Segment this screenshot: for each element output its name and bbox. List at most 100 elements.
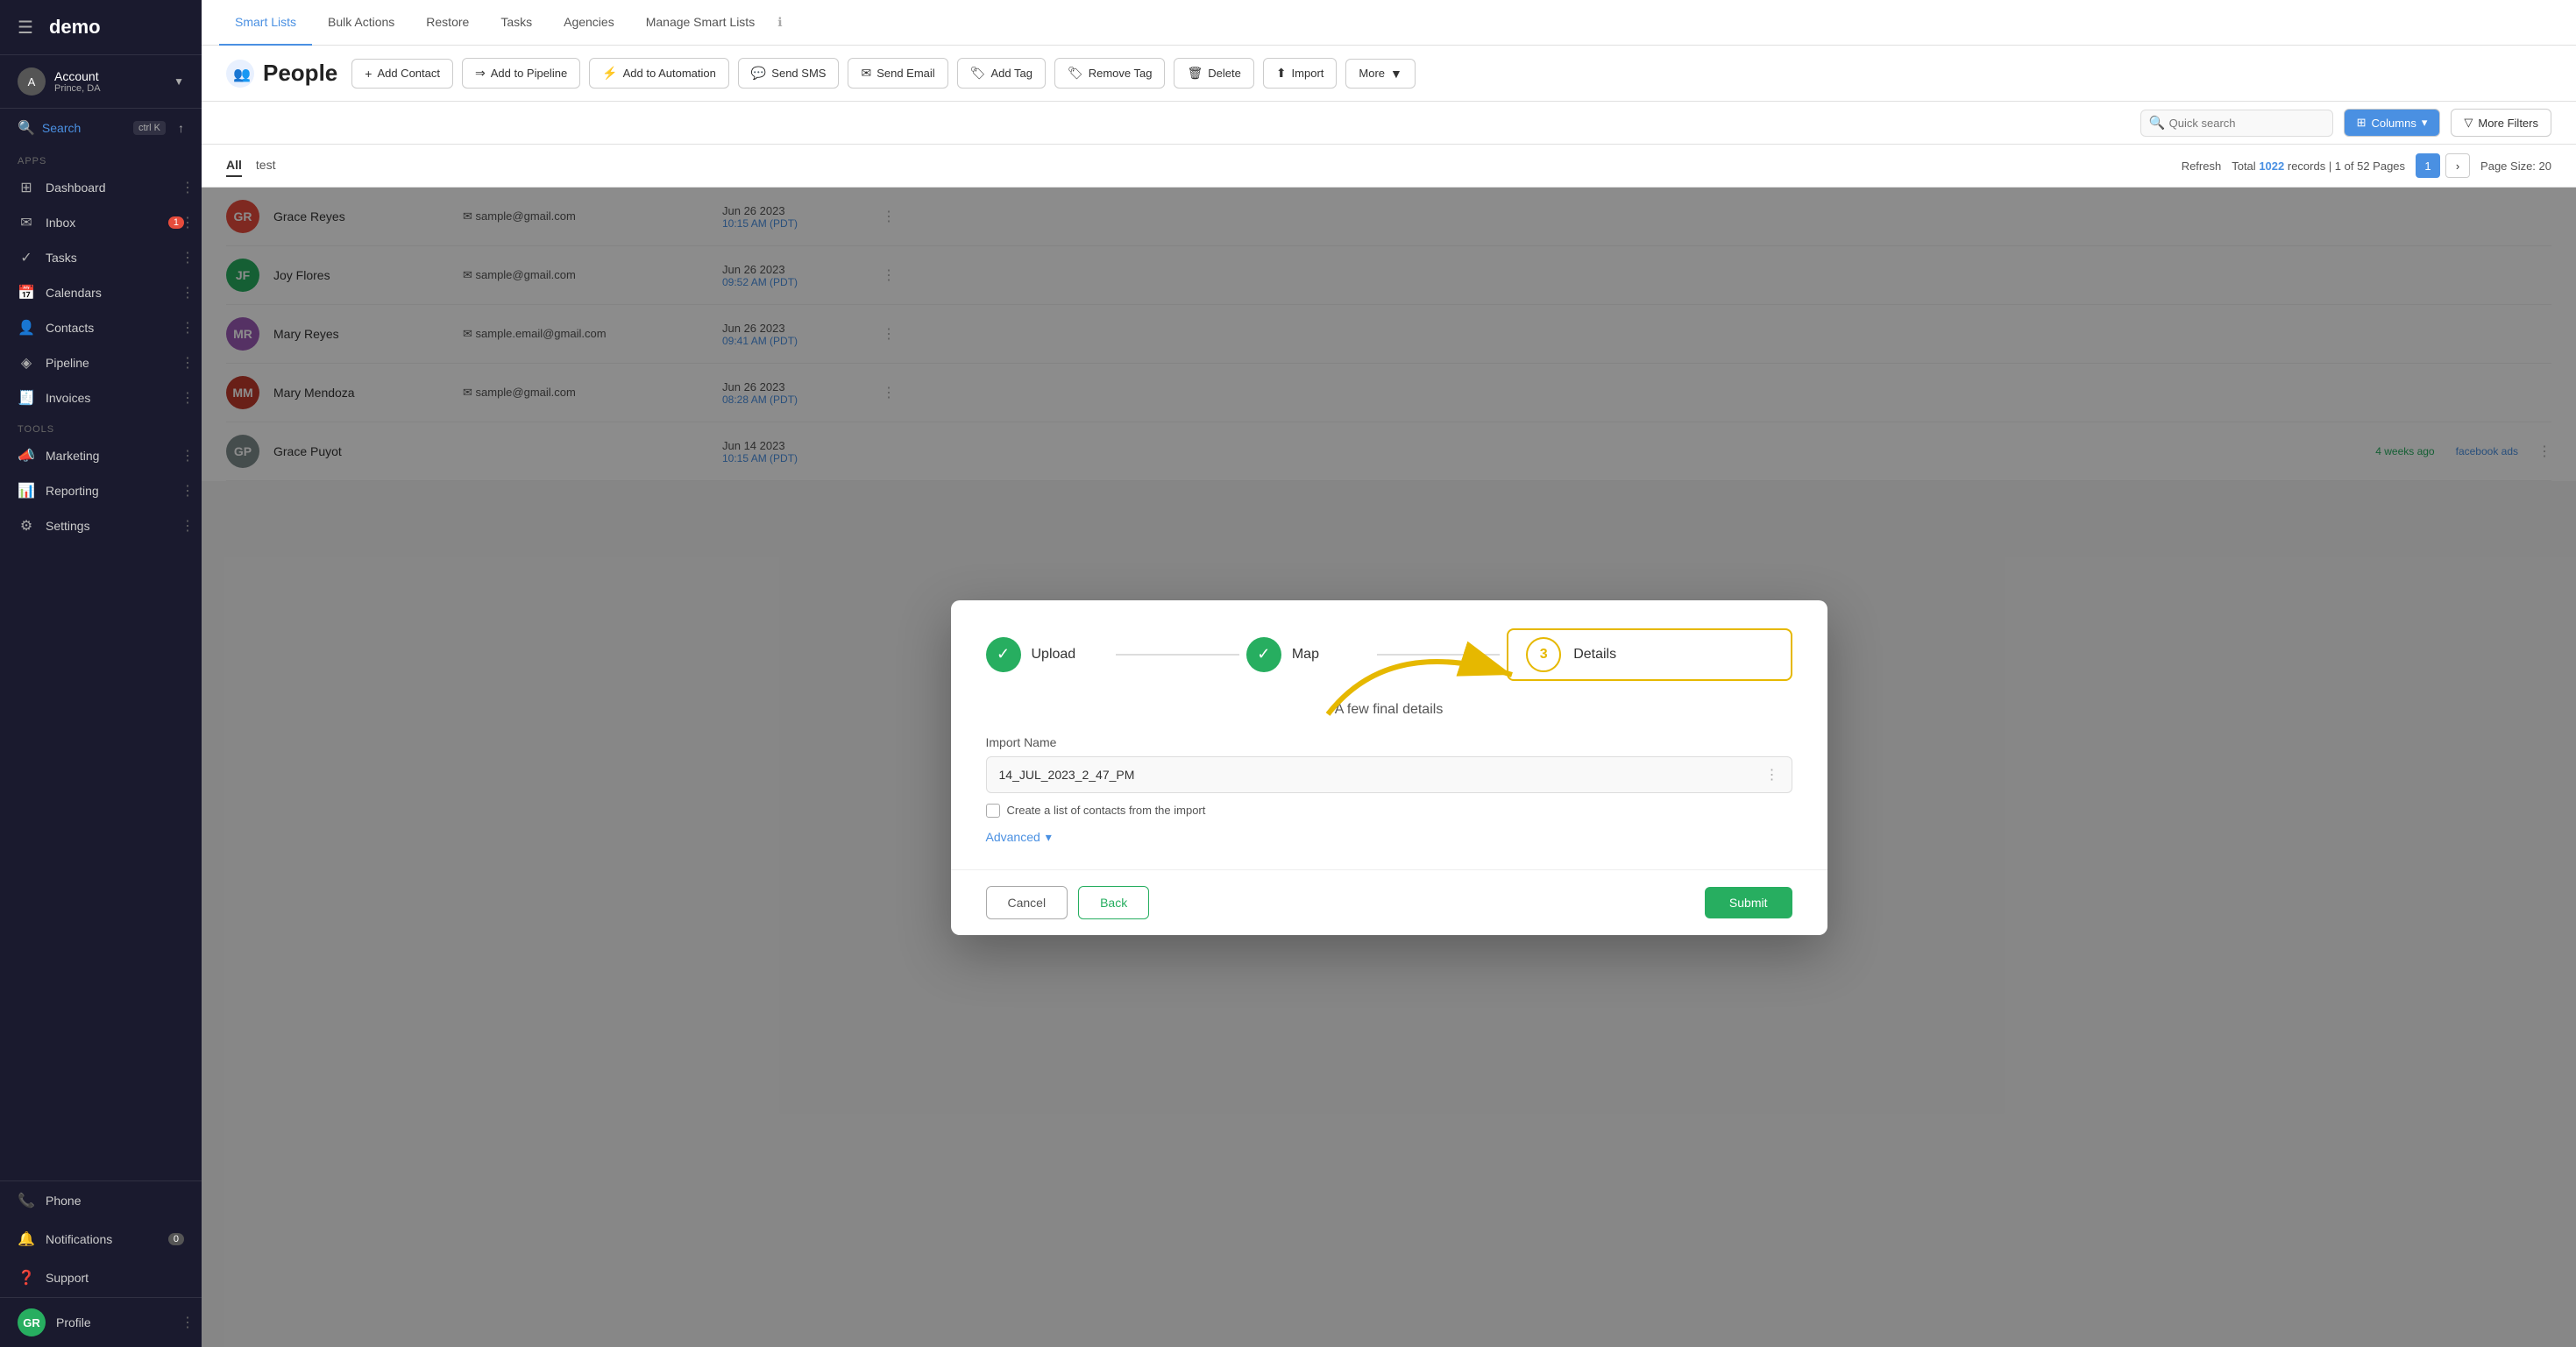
quick-search-icon: 🔍 [2149, 115, 2166, 131]
refresh-button[interactable]: Refresh [2182, 160, 2222, 173]
sidebar: ☰ demo A Account Prince, DA ▼ 🔍 Search c… [0, 0, 202, 1347]
sidebar-item-support[interactable]: ❓ Support [0, 1258, 202, 1297]
more-icon: ⋮ [181, 354, 195, 372]
tab-restore[interactable]: Restore [410, 0, 485, 46]
advanced-label: Advanced [986, 830, 1040, 844]
sidebar-item-label: Marketing [46, 449, 99, 463]
columns-button[interactable]: ⊞ Columns ▾ [2344, 109, 2441, 137]
step-connector-1 [1116, 654, 1239, 656]
input-edit-icon: ⋮ [1765, 766, 1779, 783]
sidebar-item-contacts[interactable]: 👤 Contacts ⋮ [0, 310, 202, 345]
sidebar-logo-area: ☰ demo [0, 0, 202, 55]
more-filters-button[interactable]: ▽ More Filters [2451, 109, 2551, 137]
account-arrow-icon: ▼ [174, 75, 184, 88]
cancel-button[interactable]: Cancel [986, 886, 1068, 919]
send-email-button[interactable]: ✉ Send Email [848, 58, 947, 89]
delete-button[interactable]: 🗑 Delete [1174, 58, 1253, 89]
sidebar-item-marketing[interactable]: 📣 Marketing ⋮ [0, 438, 202, 473]
toolbar: All test Refresh Total 1022 records | 1 … [202, 145, 2576, 188]
sidebar-item-pipeline[interactable]: ◈ Pipeline ⋮ [0, 345, 202, 380]
sidebar-search[interactable]: 🔍 Search ctrl K ↑ [0, 109, 202, 147]
sidebar-item-calendars[interactable]: 📅 Calendars ⋮ [0, 275, 202, 310]
page-title-wrap: 👥 People [226, 60, 337, 88]
sidebar-item-dashboard[interactable]: ⊞ Dashboard ⋮ [0, 170, 202, 205]
modal-body: ✓ Upload ✓ Map 3 [951, 600, 1827, 869]
step-2-done-icon: ✓ [1246, 637, 1281, 672]
import-name-input[interactable]: 14_JUL_2023_2_47_PM ⋮ [986, 756, 1792, 793]
sidebar-item-label: Settings [46, 519, 90, 533]
total-records: Total 1022 records | 1 of 52 Pages [2232, 160, 2405, 173]
sidebar-item-reporting[interactable]: 📊 Reporting ⋮ [0, 473, 202, 508]
step-3-label: Details [1573, 647, 1616, 663]
sidebar-item-notifications[interactable]: 🔔 Notifications 0 [0, 1220, 202, 1258]
tab-test[interactable]: test [256, 154, 276, 177]
submit-button[interactable]: Submit [1705, 887, 1792, 918]
toolbar-tabs: All test [226, 154, 275, 177]
import-button[interactable]: ⬆ Import [1263, 58, 1338, 89]
tab-smart-lists[interactable]: Smart Lists [219, 0, 312, 46]
step-1-label: Upload [1032, 647, 1076, 663]
create-list-checkbox-row: Create a list of contacts from the impor… [986, 804, 1792, 818]
sidebar-item-label: Reporting [46, 484, 99, 498]
account-switcher[interactable]: A Account Prince, DA ▼ [0, 55, 202, 109]
people-icon: 👥 [226, 60, 254, 88]
invoices-icon: 🧾 [18, 389, 35, 407]
sidebar-item-inbox[interactable]: ✉ Inbox 1 ⋮ [0, 205, 202, 240]
more-icon: ⋮ [181, 319, 195, 337]
sidebar-item-invoices[interactable]: 🧾 Invoices ⋮ [0, 380, 202, 415]
create-list-checkbox[interactable] [986, 804, 1000, 818]
columns-icon: ⊞ [2357, 116, 2367, 130]
columns-chevron-icon: ▾ [2422, 116, 2428, 130]
add-to-pipeline-button[interactable]: ⇒ Add to Pipeline [462, 58, 580, 89]
step-3-circle: 3 [1526, 637, 1561, 672]
step-upload: ✓ Upload [986, 637, 1110, 672]
tasks-icon: ✓ [18, 249, 35, 266]
search-arrow-icon: ↑ [178, 121, 184, 135]
tab-agencies[interactable]: Agencies [548, 0, 630, 46]
more-arrow-icon: ▼ [1390, 67, 1402, 81]
dashboard-icon: ⊞ [18, 179, 35, 196]
tools-section-label: Tools [0, 415, 202, 438]
more-icon: ⋮ [181, 214, 195, 231]
more-icon: ⋮ [181, 517, 195, 535]
header-actions: + Add Contact ⇒ Add to Pipeline ⚡ Add to… [351, 58, 1416, 89]
back-button[interactable]: Back [1078, 886, 1149, 919]
pagination: 1 › [2416, 153, 2470, 178]
marketing-icon: 📣 [18, 447, 35, 464]
page-1-button[interactable]: 1 [2416, 153, 2440, 178]
import-form: Import Name 14_JUL_2023_2_47_PM ⋮ Create… [986, 735, 1792, 845]
tab-all[interactable]: All [226, 154, 242, 177]
tab-bulk-actions[interactable]: Bulk Actions [312, 0, 410, 46]
import-name-label: Import Name [986, 735, 1792, 749]
search-kbd: ctrl K [133, 121, 166, 135]
tab-tasks[interactable]: Tasks [485, 0, 548, 46]
advanced-toggle[interactable]: Advanced ▾ [986, 830, 1792, 845]
remove-tag-button[interactable]: 🏷 Remove Tag [1054, 58, 1166, 89]
more-icon: ⋮ [181, 447, 195, 464]
quick-search-input[interactable] [2140, 110, 2333, 137]
step-1-done-icon: ✓ [986, 637, 1021, 672]
contacts-icon: 👤 [18, 319, 35, 337]
sidebar-item-settings[interactable]: ⚙ Settings ⋮ [0, 508, 202, 543]
notifications-icon: 🔔 [18, 1230, 35, 1248]
add-contact-icon: + [365, 67, 372, 81]
sidebar-item-tasks[interactable]: ✓ Tasks ⋮ [0, 240, 202, 275]
search-label: Search [42, 121, 81, 135]
page-next-button[interactable]: › [2445, 153, 2470, 178]
add-tag-button[interactable]: 🏷 Add Tag [957, 58, 1046, 89]
profile-avatar: GR [18, 1308, 46, 1336]
send-sms-button[interactable]: 💬 Send SMS [738, 58, 840, 89]
pipeline-icon: ◈ [18, 354, 35, 372]
sidebar-item-profile[interactable]: GR Profile ⋮ [0, 1297, 202, 1347]
more-icon: ⋮ [181, 389, 195, 407]
svg-text:👥: 👥 [233, 67, 251, 82]
filters-icon: ▽ [2464, 116, 2473, 130]
more-button[interactable]: More ▼ [1345, 59, 1415, 89]
tab-manage-smart-lists[interactable]: Manage Smart Lists [630, 0, 771, 46]
email-icon: ✉ [861, 66, 871, 81]
add-to-automation-button[interactable]: ⚡ Add to Automation [589, 58, 729, 89]
sidebar-item-phone[interactable]: 📞 Phone [0, 1181, 202, 1220]
hamburger-icon[interactable]: ☰ [18, 17, 33, 39]
add-contact-button[interactable]: + Add Contact [351, 59, 453, 89]
info-icon: ℹ [777, 15, 782, 30]
